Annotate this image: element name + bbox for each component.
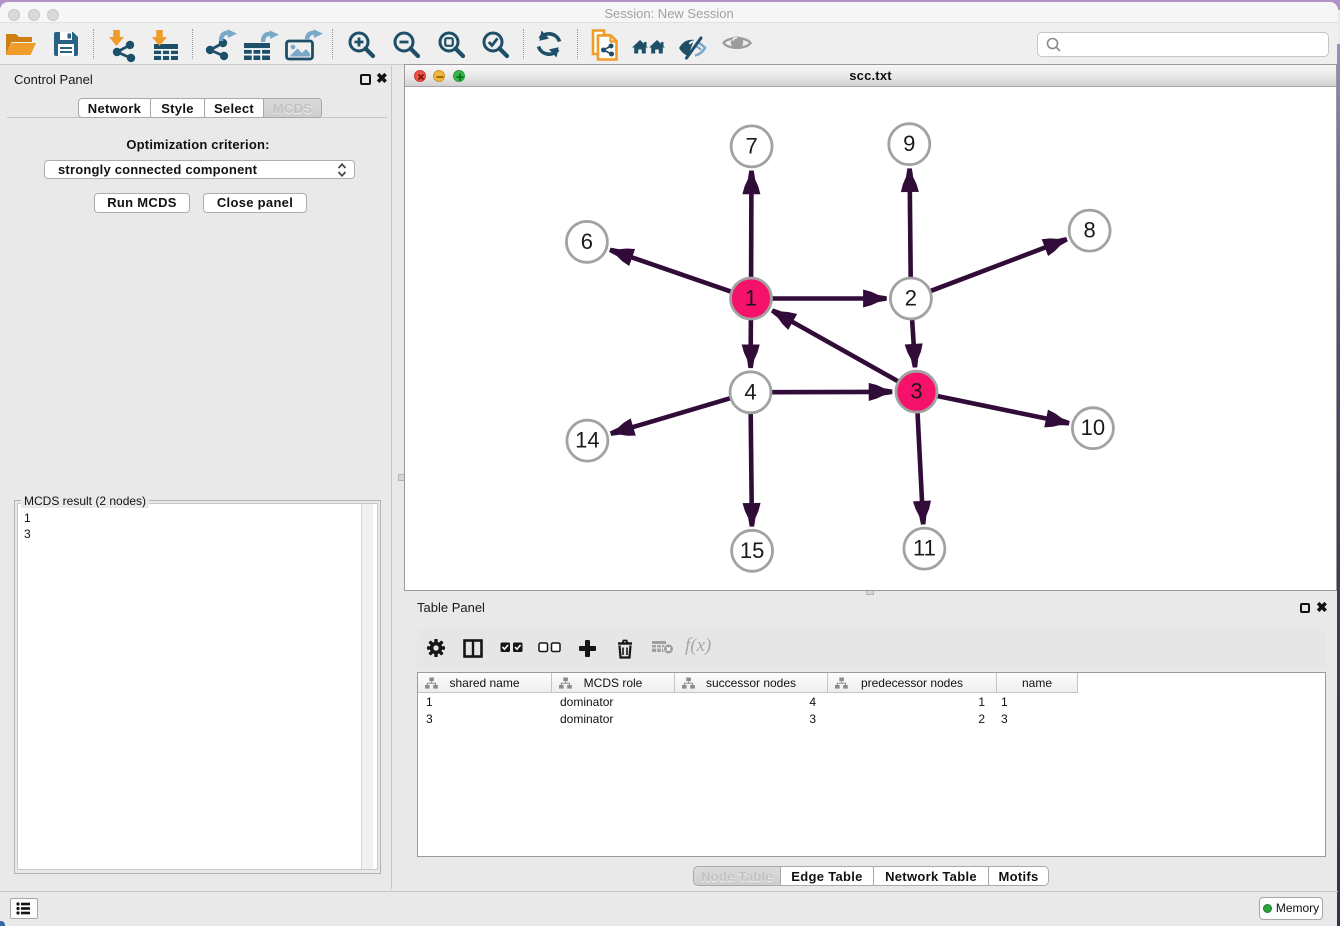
svg-text:2: 2 <box>905 286 917 311</box>
svg-text:11: 11 <box>913 536 936 561</box>
svg-text:9: 9 <box>903 131 915 156</box>
svg-text:10: 10 <box>1081 415 1105 440</box>
svg-text:3: 3 <box>910 379 922 404</box>
svg-text:14: 14 <box>575 428 599 453</box>
svg-text:7: 7 <box>745 133 757 158</box>
svg-text:6: 6 <box>581 229 593 254</box>
svg-text:8: 8 <box>1083 218 1095 243</box>
svg-text:1: 1 <box>745 286 757 311</box>
svg-text:15: 15 <box>740 538 764 563</box>
svg-text:4: 4 <box>744 379 756 404</box>
